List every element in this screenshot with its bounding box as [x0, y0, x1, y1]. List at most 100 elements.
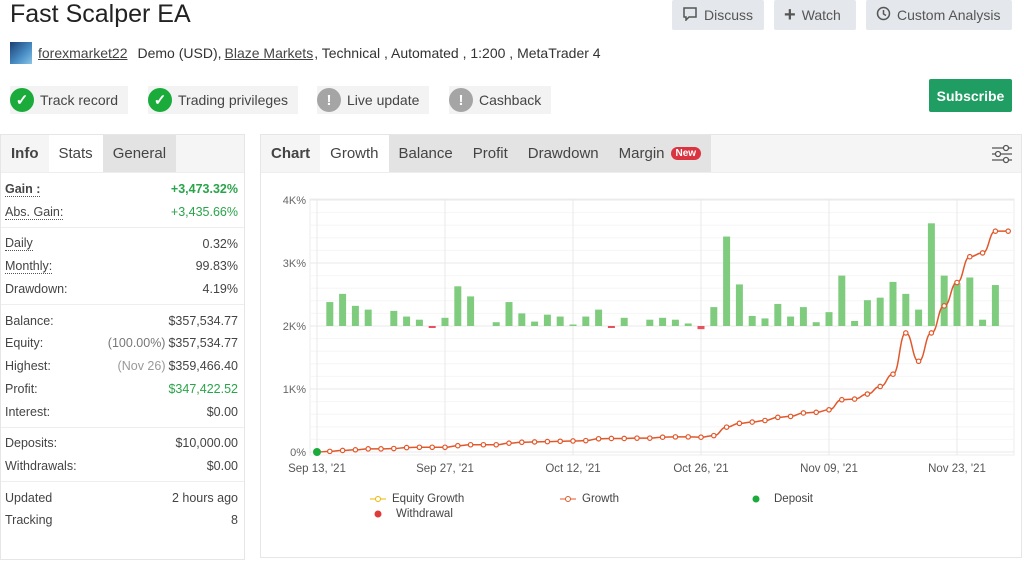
growth-point	[326, 448, 333, 455]
x-tick-label: Oct 26, '21	[673, 463, 728, 475]
daily-bar	[863, 300, 871, 326]
growth-point	[749, 419, 756, 425]
growth-point	[928, 330, 935, 336]
daily-bar	[569, 324, 577, 326]
daily-bar	[582, 316, 590, 326]
growth-point	[890, 371, 896, 377]
growth-point	[800, 410, 807, 416]
daily-bar	[825, 312, 833, 326]
growth-point	[877, 383, 884, 390]
daily-bar	[799, 307, 807, 326]
daily-bar	[902, 293, 910, 326]
growth-point	[1005, 228, 1012, 234]
growth-point	[544, 438, 551, 445]
growth-point	[736, 420, 743, 427]
legend-equity-growth[interactable]: Equity Growth	[370, 493, 464, 505]
growth-point	[851, 396, 858, 402]
growth-point	[557, 438, 564, 445]
legend-label: Growth	[582, 493, 620, 505]
growth-point	[787, 413, 794, 420]
y-tick-label: 4K%	[283, 195, 306, 207]
y-tick-label: 1K%	[283, 384, 306, 396]
legend-withdrawal[interactable]: Withdrawal	[374, 508, 453, 520]
daily-bar	[940, 275, 948, 326]
growth-point	[966, 253, 973, 260]
daily-bar	[659, 317, 667, 326]
daily-bar	[505, 302, 513, 326]
growth-point	[467, 441, 474, 448]
legend-growth[interactable]: Growth	[560, 493, 619, 505]
growth-point	[403, 444, 410, 451]
growth-point	[992, 228, 999, 234]
growth-point	[826, 406, 832, 413]
daily-bar	[761, 318, 769, 326]
daily-bar	[415, 319, 423, 326]
daily-bar	[351, 305, 359, 326]
daily-bar	[927, 223, 935, 326]
daily-bar	[531, 321, 539, 326]
growth-point	[698, 434, 704, 440]
growth-point	[378, 446, 384, 452]
daily-bar	[735, 284, 743, 326]
daily-bar	[620, 317, 628, 326]
growth-point	[531, 439, 538, 445]
daily-bar	[671, 319, 679, 326]
growth-point	[723, 424, 730, 430]
growth-point	[915, 358, 922, 365]
daily-bar	[838, 275, 846, 326]
growth-point	[480, 441, 487, 448]
growth-point	[902, 330, 909, 336]
y-tick-label: 2K%	[283, 321, 306, 333]
growth-point	[339, 447, 346, 454]
legend-label: Equity Growth	[392, 493, 465, 505]
growth-point	[672, 434, 679, 440]
daily-bar	[441, 317, 449, 326]
daily-bar	[556, 316, 564, 326]
daily-bar	[966, 277, 974, 326]
daily-bar	[467, 296, 475, 326]
x-tick-label: Nov 23, '21	[928, 463, 986, 475]
daily-bar	[851, 320, 859, 326]
growth-point	[390, 445, 397, 452]
daily-bar	[492, 322, 500, 326]
growth-point	[365, 446, 372, 452]
daily-bar	[339, 293, 347, 326]
daily-bar	[953, 283, 961, 326]
growth-point	[595, 435, 602, 442]
y-tick-label: 0%	[290, 447, 306, 459]
daily-bar	[454, 286, 462, 326]
daily-bar	[543, 314, 551, 326]
growth-point	[941, 303, 948, 309]
growth-point	[813, 409, 820, 416]
daily-bar	[774, 303, 782, 326]
growth-point	[506, 440, 512, 446]
growth-point	[762, 417, 768, 424]
daily-bar	[979, 319, 987, 326]
daily-bar	[991, 285, 999, 326]
growth-point	[685, 434, 692, 440]
daily-bar	[646, 319, 654, 326]
daily-bar	[326, 302, 334, 326]
growth-line	[316, 230, 1009, 453]
daily-bar	[812, 322, 820, 326]
daily-bar	[787, 316, 795, 326]
growth-point	[646, 435, 653, 441]
growth-point	[608, 435, 615, 442]
daily-bar	[390, 310, 398, 326]
x-tick-label: Nov 09, '21	[800, 463, 858, 475]
legend-deposit[interactable]: Deposit	[752, 493, 813, 505]
growth-point	[518, 439, 525, 446]
growth-chart: 0% 1K% 2K% 3K% 4K% Sep 13, '21 Sep 27, '21 Oct …	[283, 195, 1015, 475]
growth-point	[429, 444, 436, 451]
growth-point	[864, 391, 871, 397]
growth-point	[352, 446, 359, 453]
growth-point	[954, 279, 960, 286]
daily-bar	[684, 323, 692, 326]
legend-label: Deposit	[774, 493, 813, 505]
daily-bar	[876, 297, 884, 326]
daily-bar	[518, 313, 526, 326]
growth-point	[570, 438, 576, 444]
growth-point	[621, 435, 628, 442]
y-tick-label: 3K%	[283, 258, 306, 270]
daily-bar-negative	[428, 326, 436, 328]
